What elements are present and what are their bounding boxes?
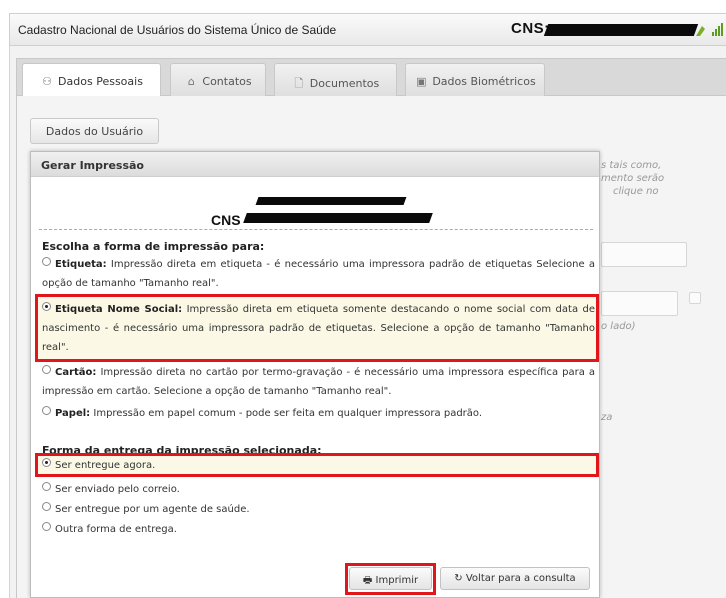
print-option-etiqueta[interactable]: Etiqueta: Impressão direta em etiqueta -… [42,255,595,293]
ghost-text: o lado) [601,321,636,332]
radio-button[interactable] [42,522,51,531]
voltar-consulta-button[interactable]: ↻ Voltar para a consulta [440,567,590,590]
radio-button-selected[interactable] [42,302,51,311]
radio-button[interactable] [42,365,51,374]
radio-button[interactable] [42,482,51,491]
dialog-cns-label: CNS [211,212,241,228]
user-icon: ⚇ [42,75,52,88]
delivery-option-correio[interactable]: Ser enviado pelo correio. [42,480,595,499]
tab-dados-pessoais[interactable]: ⚇ Dados Pessoais [22,63,161,98]
print-option-papel[interactable]: Papel: Impressão em papel comum - pode s… [42,404,595,423]
imprimir-button[interactable]: 🖶 Imprimir [349,567,432,590]
print-section-title: Escolha a forma de impressão para: [42,240,265,253]
dados-do-usuario-button[interactable]: Dados do Usuário [30,118,159,144]
back-icon: ↻ [454,573,463,584]
home-icon: ⌂ [187,75,195,88]
background-checkbox[interactable] [689,292,701,304]
delivery-option-agente[interactable]: Ser entregue por um agente de saúde. [42,500,595,519]
app-title: Cadastro Nacional de Usuários do Sistema… [18,23,337,37]
app-header: Cadastro Nacional de Usuários do Sistema… [9,13,726,46]
background-input[interactable] [601,291,678,316]
fingerprint-icon: ▣ [416,75,427,88]
tab-contatos[interactable]: ⌂ Contatos [170,63,266,97]
background-input[interactable] [601,242,687,267]
document-icon: 🗋 [294,77,304,90]
radio-button-selected[interactable] [42,458,51,467]
print-option-etiqueta-nome-social[interactable]: Etiqueta Nome Social: Impressão direta e… [42,300,595,357]
redacted-cns-number [543,24,699,36]
delivery-option-outra[interactable]: Outra forma de entrega. [42,520,595,539]
ghost-text: s tais como, mento serão clique no [601,160,665,197]
print-option-cartao[interactable]: Cartão: Impressão direta no cartão por t… [42,363,595,401]
divider [39,229,593,230]
radio-button[interactable] [42,257,51,266]
radio-button[interactable] [42,406,51,415]
delivery-option-agora[interactable]: Ser entregue agora. [42,456,595,475]
tab-documentos[interactable]: 🗋 Documentos [274,63,397,97]
dialog-title: Gerar Impressão [31,152,599,177]
print-dialog: Gerar Impressão CNS Escolha a forma de i… [30,151,600,598]
redacted-name [255,197,407,205]
ghost-text: za [601,412,613,423]
radio-button[interactable] [42,502,51,511]
signal-icon [696,23,723,36]
tab-dados-biometricos[interactable]: ▣ Dados Biométricos [405,63,545,97]
printer-icon: 🖶 [362,575,373,586]
redacted-cns-number [243,213,433,223]
tabs-bar: ⚇ Dados Pessoais ⌂ Contatos 🗋 Documentos ▣ D… [16,58,726,98]
